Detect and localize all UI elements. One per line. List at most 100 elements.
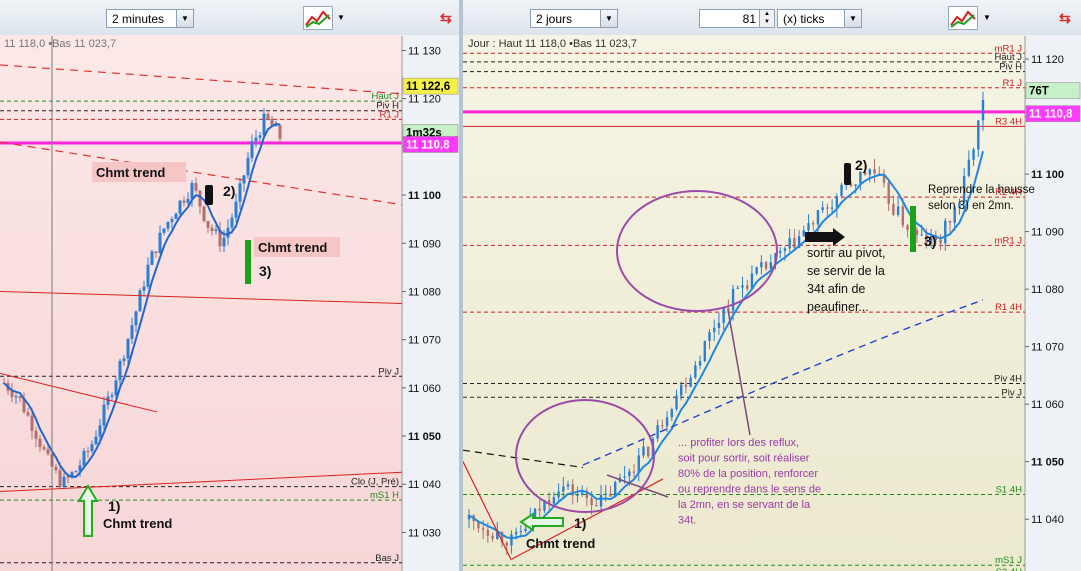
- candle-body: [680, 384, 683, 396]
- price-tick-label: 11 060: [1031, 399, 1064, 411]
- candle-body: [623, 476, 626, 478]
- annotation-trend-label: Chmt trend: [258, 240, 327, 255]
- price-tick-label: 11 080: [408, 286, 441, 298]
- hausse-note-line: selon 3) en 2mn.: [928, 200, 1014, 212]
- reflux-note-line: ... profiter lors des reflux,: [678, 437, 799, 449]
- price-tag-label: 11 110,8: [406, 139, 450, 151]
- pivot-level-label: S2 4H: [996, 567, 1023, 571]
- candle-body: [694, 365, 697, 378]
- candle-body: [609, 493, 612, 497]
- candle-body: [854, 184, 857, 186]
- candle-body: [162, 228, 166, 233]
- candle-body: [840, 184, 843, 197]
- candle-body: [552, 497, 556, 504]
- price-tick-label: 11 080: [1031, 284, 1064, 296]
- candle-body: [491, 535, 494, 539]
- pivot-note-line: peaufiner...: [807, 300, 869, 314]
- price-tick-label: 11 120: [1031, 54, 1064, 66]
- candle-body: [118, 360, 122, 381]
- candle-body: [54, 466, 58, 471]
- candle-body: [154, 251, 158, 253]
- candle-body: [944, 220, 947, 244]
- candle-body: [760, 262, 763, 268]
- candle-body: [486, 529, 490, 536]
- pivot-level-label: mR1 J: [995, 235, 1023, 246]
- candle-body: [94, 436, 98, 445]
- candle-body: [246, 157, 250, 176]
- candle-body: [58, 470, 62, 487]
- candle-body: [82, 450, 86, 466]
- reflux-note-line: 80% de la position, renforcer: [678, 468, 818, 480]
- candle-body: [826, 207, 829, 209]
- pivot-level-label: Piv H: [999, 62, 1022, 73]
- candle-body: [566, 484, 570, 487]
- marker-icon: [205, 185, 213, 205]
- marker-icon: [245, 240, 251, 284]
- candle-body: [98, 425, 102, 437]
- candle-body: [632, 471, 636, 473]
- pivot-level-label: Clo (J, Pré): [351, 477, 399, 488]
- price-tick-label: 11 050: [1031, 457, 1064, 469]
- candle-body: [174, 213, 178, 220]
- candle-body: [146, 264, 150, 287]
- candle-body: [106, 396, 110, 405]
- candle-body: [557, 491, 560, 498]
- candle-body: [481, 528, 485, 530]
- annotation-trend-label: Chmt trend: [103, 516, 172, 531]
- candle-body: [186, 198, 190, 203]
- candle-body: [158, 232, 162, 253]
- candle-body: [46, 449, 50, 454]
- candle-body: [258, 135, 262, 138]
- candle-body: [90, 444, 94, 451]
- candle-body: [873, 169, 876, 174]
- candle-body: [562, 486, 565, 492]
- candle-body: [505, 542, 508, 546]
- marker-icon: [910, 206, 916, 252]
- reflux-note-line: soit pour sortir, soit réaliser: [678, 453, 810, 465]
- candle-body: [234, 201, 238, 218]
- candle-body: [783, 248, 787, 252]
- candle-body: [130, 325, 134, 339]
- candle-body: [138, 290, 142, 312]
- candle-body: [170, 219, 174, 222]
- candle-body: [896, 206, 900, 215]
- candle-body: [821, 207, 824, 211]
- candle-body: [972, 149, 975, 160]
- pivot-level-label: Piv J: [378, 366, 399, 377]
- candle-body: [670, 409, 673, 418]
- candle-body: [134, 311, 138, 326]
- left-price-chart: 11 13011 12011 11011 10011 09011 08011 0…: [0, 35, 459, 571]
- candle-body: [86, 450, 90, 452]
- hausse-note-line: Reprendre la hausse: [928, 184, 1035, 196]
- candle-body: [230, 217, 234, 228]
- candle-body: [698, 361, 702, 366]
- annotation-number: 1): [574, 515, 586, 531]
- pivot-level-label: mS1 H: [370, 490, 399, 501]
- candle-body: [892, 203, 895, 215]
- candle-body: [533, 508, 537, 518]
- candle-body: [713, 327, 716, 333]
- candle-body: [38, 438, 42, 448]
- candle-body: [816, 210, 820, 225]
- price-tick-label: 11 090: [408, 238, 441, 250]
- candle-body: [18, 396, 22, 399]
- candle-body: [793, 238, 796, 248]
- candle-body: [722, 308, 725, 323]
- price-tick-label: 11 030: [408, 527, 441, 539]
- candle-body: [538, 508, 541, 511]
- annotation-trend-label: Chmt trend: [96, 165, 165, 180]
- annotation-number: 2): [223, 183, 235, 199]
- candle-body: [689, 377, 692, 387]
- annotation-trend-label: Chmt trend: [526, 536, 595, 551]
- pivot-level-label: Bas J: [375, 553, 399, 564]
- price-tick-label: 11 070: [408, 335, 441, 347]
- price-tick-label: 11 090: [1031, 227, 1064, 239]
- left-chart-panel: 2 minutes ▼ ▼ ⇆ 11 13011 12011 11011 100…: [0, 0, 459, 571]
- candle-body: [590, 498, 593, 506]
- candle-body: [915, 230, 919, 235]
- candle-body: [142, 286, 146, 291]
- price-tick-label: 11 070: [1031, 342, 1064, 354]
- pivot-note-line: sortir au pivot,: [807, 246, 886, 260]
- candle-body: [788, 238, 791, 249]
- candle-body: [835, 196, 839, 208]
